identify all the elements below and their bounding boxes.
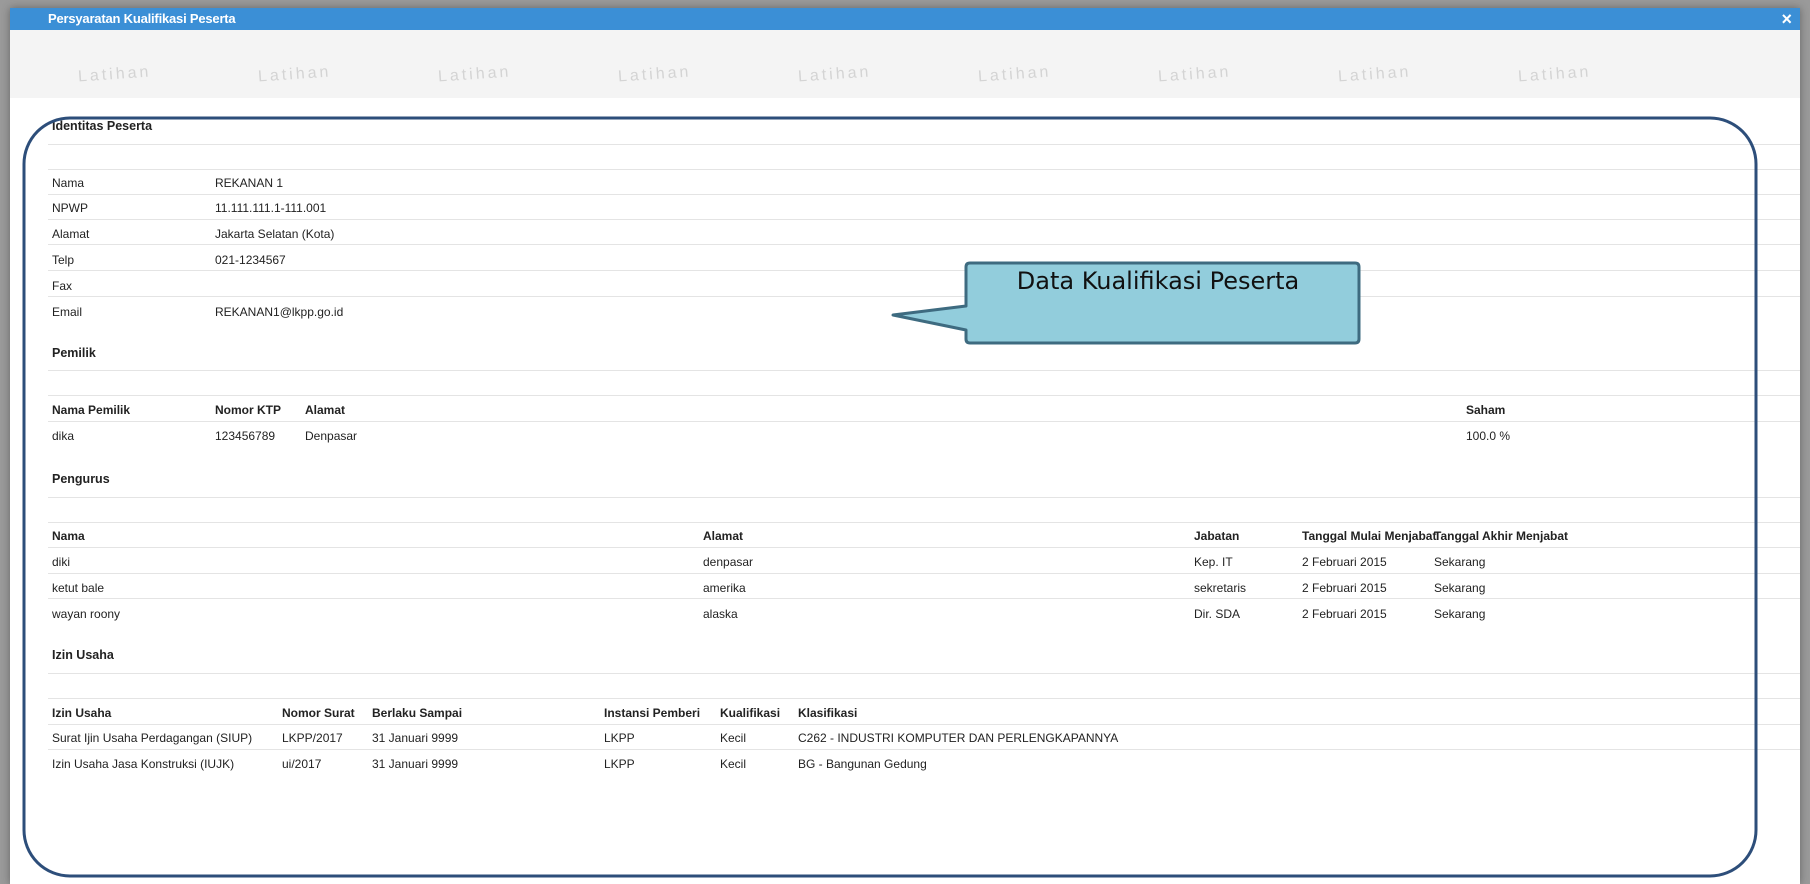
column-header: Alamat (703, 529, 744, 543)
license-name: Izin Usaha Jasa Konstruksi (IUJK) (52, 757, 235, 771)
watermark-text: Latihan (977, 63, 1052, 86)
column-header: Berlaku Sampai (372, 706, 463, 720)
column-header: Tanggal Akhir Menjabat (1434, 529, 1569, 543)
column-header: Izin Usaha (52, 706, 112, 720)
column-header: Saham (1466, 403, 1506, 417)
license-valid-until: 31 Januari 9999 (372, 731, 459, 745)
identity-value: Jakarta Selatan (Kota) (215, 227, 335, 241)
column-header: Nomor KTP (215, 403, 281, 417)
license-number: ui/2017 (282, 757, 322, 771)
owner-name: dika (52, 429, 75, 443)
license-classification: C262 - INDUSTRI KOMPUTER DAN PERLENGKAPA… (798, 731, 1119, 745)
identity-value: 11.111.111.1-111.001 (215, 201, 327, 215)
manager-address: denpasar (703, 555, 754, 569)
identity-value: REKANAN1@lkpp.go.id (215, 305, 344, 319)
column-header: Klasifikasi (798, 706, 858, 720)
watermark-text: Latihan (77, 63, 152, 86)
manager-end-date: Sekarang (1434, 581, 1486, 595)
identity-label: Nama (52, 176, 85, 190)
manager-position: sekretaris (1194, 581, 1247, 595)
column-header: Kualifikasi (720, 706, 781, 720)
manager-name: diki (52, 555, 71, 569)
callout-text: Data Kualifikasi Peserta (1016, 267, 1300, 295)
column-header: Nomor Surat (282, 706, 355, 720)
watermark-text: Latihan (437, 63, 512, 86)
watermark-text: Latihan (1157, 63, 1232, 86)
identity-value: 021-1234567 (215, 253, 286, 267)
column-header: Tanggal Mulai Menjabat (1302, 529, 1437, 543)
license-name: Surat Ijin Usaha Perdagangan (SIUP) (52, 731, 253, 745)
section-title-pemilik: Pemilik (52, 346, 96, 360)
watermark-text: Latihan (617, 63, 692, 86)
manager-start-date: 2 Februari 2015 (1302, 607, 1387, 621)
owner-address: Denpasar (305, 429, 358, 443)
modal-header: Persyaratan Kualifikasi Peserta × (10, 8, 1800, 30)
watermark-text: Latihan (1517, 63, 1592, 86)
manager-end-date: Sekarang (1434, 607, 1486, 621)
manager-position: Dir. SDA (1194, 607, 1241, 621)
modal-title: Persyaratan Kualifikasi Peserta (48, 11, 236, 26)
license-classification: BG - Bangunan Gedung (798, 757, 927, 771)
license-number: LKPP/2017 (282, 731, 343, 745)
owner-ktp: 123456789 (215, 429, 276, 443)
column-header: Nama (52, 529, 85, 543)
column-header: Nama Pemilik (52, 403, 131, 417)
watermark-text: Latihan (797, 63, 872, 86)
manager-start-date: 2 Februari 2015 (1302, 581, 1387, 595)
owner-share: 100.0 % (1466, 429, 1511, 443)
manager-end-date: Sekarang (1434, 555, 1486, 569)
license-qualification: Kecil (720, 731, 747, 745)
section-title-pengurus: Pengurus (52, 472, 110, 486)
section-title-identitas: Identitas Peserta (52, 119, 153, 133)
license-issuer: LKPP (604, 731, 635, 745)
section-title-izin: Izin Usaha (52, 648, 114, 662)
identity-label: Telp (52, 253, 75, 267)
manager-address: amerika (703, 581, 746, 595)
watermark-text: Latihan (1337, 63, 1412, 86)
identity-label: Alamat (52, 227, 90, 241)
identity-label: Fax (52, 279, 73, 293)
manager-address: alaska (703, 607, 738, 621)
column-header: Jabatan (1194, 529, 1240, 543)
license-valid-until: 31 Januari 9999 (372, 757, 459, 771)
column-header: Alamat (305, 403, 346, 417)
identity-label: Email (52, 305, 83, 319)
manager-name: ketut bale (52, 581, 105, 595)
license-issuer: LKPP (604, 757, 635, 771)
manager-start-date: 2 Februari 2015 (1302, 555, 1387, 569)
column-header: Instansi Pemberi (604, 706, 701, 720)
qualification-modal: Persyaratan Kualifikasi Peserta × Latiha… (10, 8, 1800, 884)
identity-value: REKANAN 1 (215, 176, 284, 190)
close-icon[interactable]: × (1781, 8, 1792, 30)
watermark-text: Latihan (257, 63, 332, 86)
manager-position: Kep. IT (1194, 555, 1233, 569)
watermark-band: Latihan Latihan Latihan Latihan Latihan … (10, 30, 1800, 98)
license-qualification: Kecil (720, 757, 747, 771)
identity-label: NPWP (52, 201, 88, 215)
manager-name: wayan roony (52, 607, 121, 621)
